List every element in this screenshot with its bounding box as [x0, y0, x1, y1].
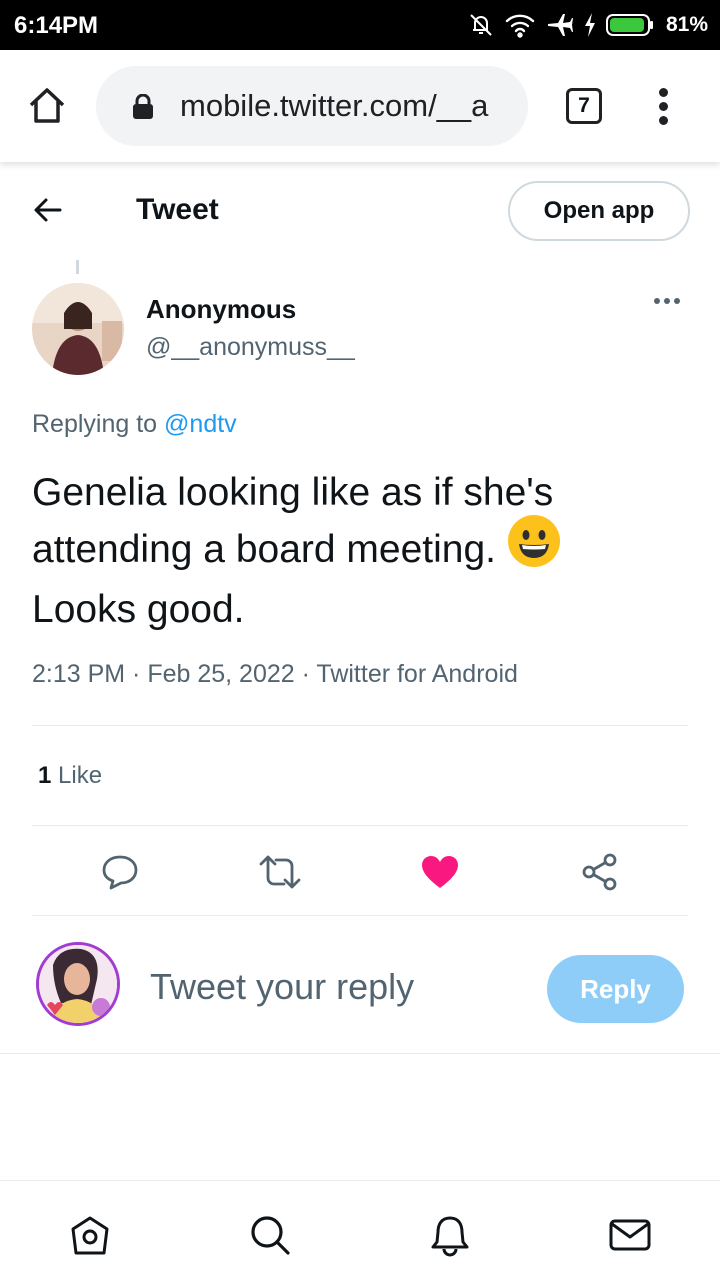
replying-prefix: Replying to — [32, 410, 165, 438]
reply-icon — [102, 855, 138, 890]
open-app-button[interactable]: Open app — [508, 181, 690, 241]
tweet-text-line: attending a board meeting. — [32, 515, 682, 583]
reply-action-button[interactable] — [98, 850, 142, 894]
tabs-button[interactable]: 7 — [566, 88, 602, 124]
alarm-off-icon — [470, 14, 492, 36]
author-avatar[interactable] — [32, 283, 124, 375]
tweet-text-line: Looks good. — [32, 588, 245, 631]
share-action-button[interactable] — [578, 850, 622, 894]
page-title: Tweet — [136, 193, 219, 226]
thread-line — [76, 260, 79, 274]
like-count-number: 1 — [38, 762, 52, 789]
search-icon — [251, 1216, 290, 1255]
url-text: mobile.twitter.com/__a — [180, 88, 489, 123]
home-icon — [29, 88, 65, 123]
retweet-icon — [259, 855, 301, 889]
overflow-menu-icon[interactable] — [656, 88, 670, 126]
wifi-icon — [505, 14, 535, 38]
messages-icon — [609, 1219, 651, 1251]
back-arrow-icon — [34, 198, 62, 222]
nav-notifications-button[interactable] — [428, 1213, 472, 1257]
nav-messages-button[interactable] — [608, 1213, 652, 1257]
replying-to: Replying to @ndtv — [32, 410, 237, 439]
reply-input[interactable]: Tweet your reply — [150, 966, 530, 1008]
like-action-button[interactable] — [418, 850, 462, 894]
divider — [0, 1053, 720, 1054]
airplane-icon — [547, 14, 573, 36]
divider — [32, 825, 688, 826]
battery-icon — [605, 14, 653, 36]
nav-search-button[interactable] — [248, 1213, 292, 1257]
like-count-label: Like — [51, 762, 103, 789]
lock-icon — [132, 93, 154, 125]
battery-percent: 81% — [665, 13, 708, 36]
home-button[interactable] — [28, 86, 66, 129]
back-button[interactable] — [32, 194, 64, 231]
charging-icon — [584, 13, 595, 37]
status-bar: 6:14PM 81% — [0, 0, 720, 50]
more-options-icon[interactable] — [654, 298, 680, 304]
tweet-text-line: Genelia looking like as if she's — [32, 471, 554, 514]
retweet-action-button[interactable] — [258, 850, 302, 894]
status-time: 6:14PM — [14, 12, 99, 39]
bottom-navigation — [0, 1180, 720, 1280]
author-name[interactable]: Anonymous — [146, 294, 296, 325]
tweet-text: Genelia looking like as if she's attendi… — [32, 466, 682, 637]
divider — [32, 725, 688, 726]
divider — [32, 915, 688, 916]
replying-to-mention[interactable]: @ndtv — [164, 410, 237, 438]
tweet-text-segment: attending a board meeting. — [32, 527, 497, 571]
reply-button[interactable]: Reply — [547, 955, 684, 1023]
tweet-header: Tweet Open app — [0, 162, 720, 258]
status-icons: 81% — [468, 10, 708, 40]
tweet-meta[interactable]: 2:13 PM · Feb 25, 2022 · Twitter for And… — [32, 660, 518, 689]
share-icon — [582, 853, 617, 891]
nav-home-button[interactable] — [68, 1213, 112, 1257]
user-avatar[interactable] — [36, 942, 120, 1026]
author-handle[interactable]: @__anonymuss__ — [146, 333, 355, 362]
address-bar[interactable]: mobile.twitter.com/__a — [96, 66, 528, 146]
heart-filled-icon — [422, 856, 458, 888]
grinning-face-emoji-icon — [507, 514, 561, 583]
likes-count[interactable]: 1 Like — [38, 762, 102, 790]
notifications-icon — [431, 1216, 469, 1257]
browser-toolbar: mobile.twitter.com/__a 7 — [0, 50, 720, 162]
home-icon — [71, 1216, 109, 1255]
